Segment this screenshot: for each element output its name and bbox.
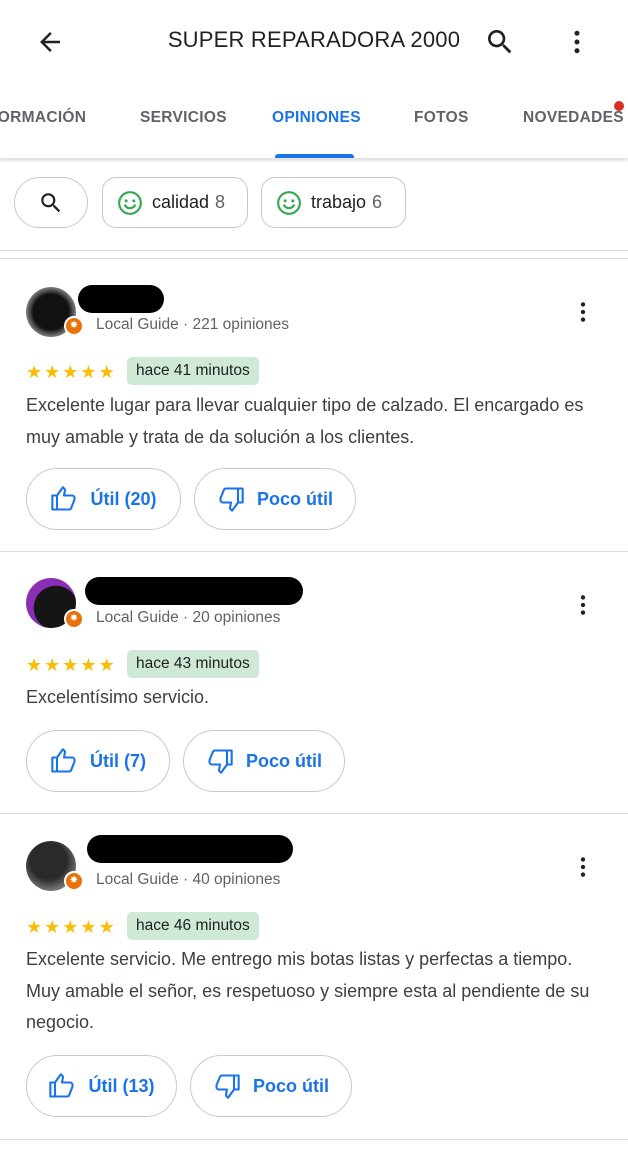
helpful-label: Útil (20) bbox=[90, 488, 157, 509]
filter-chip-label: trabajo bbox=[311, 192, 367, 212]
arrow-left-icon bbox=[40, 32, 60, 52]
local-guide-badge-icon: ✸ bbox=[64, 609, 84, 629]
not-helpful-button[interactable]: Poco útil bbox=[190, 1055, 352, 1117]
filter-chip-label: calidad bbox=[152, 192, 210, 212]
review-time: hace 43 minutos bbox=[127, 650, 259, 678]
smile-icon bbox=[118, 190, 142, 215]
more-vert-icon bbox=[574, 30, 580, 54]
more-vert-icon bbox=[580, 595, 586, 615]
star-icon: ★ bbox=[98, 655, 115, 675]
smile-icon bbox=[277, 190, 301, 215]
not-helpful-label: Poco útil bbox=[257, 488, 333, 509]
star-icon: ★ bbox=[62, 655, 79, 675]
reviewer-name-redacted[interactable] bbox=[85, 577, 303, 605]
divider bbox=[0, 551, 628, 552]
thumbs-up-icon bbox=[51, 486, 77, 511]
thumbs-down-icon bbox=[215, 1074, 240, 1099]
divider bbox=[0, 258, 628, 259]
review-time: hace 46 minutos bbox=[127, 912, 259, 940]
review-text: Excelentísimo servicio. bbox=[26, 687, 210, 707]
review-time: hace 41 minutos bbox=[127, 357, 259, 385]
notification-dot bbox=[614, 101, 624, 111]
divider bbox=[0, 1139, 628, 1140]
filter-chip-count: 6 bbox=[372, 192, 383, 212]
star-icon: ★ bbox=[44, 917, 61, 937]
helpful-label: Útil (13) bbox=[88, 1075, 155, 1096]
search-icon bbox=[41, 192, 61, 212]
search-button[interactable] bbox=[480, 22, 520, 62]
more-vert-icon bbox=[580, 302, 586, 322]
star-icon: ★ bbox=[98, 917, 115, 937]
review-more-button[interactable] bbox=[566, 588, 600, 622]
divider bbox=[0, 250, 628, 251]
filter-chip-count: 8 bbox=[215, 192, 226, 212]
reviewer-meta: Local Guide · 20 opiniones bbox=[96, 609, 281, 626]
tab-informacion[interactable]: FORMACIÓN bbox=[0, 109, 86, 127]
local-guide-badge-icon: ✸ bbox=[64, 871, 84, 891]
review-more-button[interactable] bbox=[566, 850, 600, 884]
review-filter-bar: calidad 8 trabajo 6 bbox=[0, 159, 628, 251]
star-icon: ★ bbox=[98, 362, 115, 382]
star-icon: ★ bbox=[26, 917, 43, 937]
helpful-button[interactable]: Útil (7) bbox=[26, 730, 170, 792]
helpful-label: Útil (7) bbox=[90, 750, 146, 771]
tab-novedades[interactable]: NOVEDADES bbox=[523, 109, 624, 127]
thumbs-down-icon bbox=[219, 487, 244, 512]
tab-servicios[interactable]: SERVICIOS bbox=[140, 109, 227, 127]
helpful-button[interactable]: Útil (20) bbox=[26, 468, 181, 530]
app-bar: SUPER REPARADORA 2000 bbox=[0, 0, 628, 82]
star-icon: ★ bbox=[44, 655, 61, 675]
tab-opiniones[interactable]: OPINIONES bbox=[272, 109, 361, 127]
review-more-button[interactable] bbox=[566, 295, 600, 329]
not-helpful-button[interactable]: Poco útil bbox=[194, 468, 356, 530]
thumbs-down-icon bbox=[208, 749, 233, 774]
thumbs-up-icon bbox=[49, 1073, 75, 1098]
star-icon: ★ bbox=[80, 362, 97, 382]
search-reviews-button[interactable] bbox=[14, 177, 88, 228]
more-options-button[interactable] bbox=[557, 22, 597, 62]
active-tab-indicator bbox=[275, 154, 354, 158]
star-icon: ★ bbox=[26, 362, 43, 382]
search-icon bbox=[488, 30, 512, 54]
filter-chip-calidad[interactable]: calidad 8 bbox=[102, 177, 248, 228]
thumbs-up-icon bbox=[51, 748, 76, 773]
back-button[interactable] bbox=[30, 22, 70, 62]
reviewer-name-redacted[interactable] bbox=[78, 285, 164, 313]
reviewer-meta: Local Guide · 221 opiniones bbox=[96, 316, 290, 333]
star-rating: ★ ★ ★ ★ ★ bbox=[26, 656, 115, 674]
star-icon: ★ bbox=[44, 362, 61, 382]
star-icon: ★ bbox=[26, 655, 43, 675]
reviewer-name-redacted[interactable] bbox=[87, 835, 293, 863]
reviewer-meta: Local Guide · 40 opiniones bbox=[96, 871, 281, 888]
review-text: Excelente lugar para llevar cualquier ti… bbox=[26, 395, 584, 447]
divider bbox=[0, 813, 628, 814]
not-helpful-button[interactable]: Poco útil bbox=[183, 730, 345, 792]
not-helpful-label: Poco útil bbox=[253, 1075, 329, 1096]
more-vert-icon bbox=[580, 857, 586, 877]
star-icon: ★ bbox=[62, 917, 79, 937]
filter-chip-trabajo[interactable]: trabajo 6 bbox=[261, 177, 406, 228]
local-guide-badge-icon: ✸ bbox=[64, 316, 84, 336]
not-helpful-label: Poco útil bbox=[246, 750, 322, 771]
star-rating: ★ ★ ★ ★ ★ bbox=[26, 918, 115, 936]
star-icon: ★ bbox=[62, 362, 79, 382]
star-icon: ★ bbox=[80, 917, 97, 937]
star-icon: ★ bbox=[80, 655, 97, 675]
helpful-button[interactable]: Útil (13) bbox=[26, 1055, 177, 1117]
tab-fotos[interactable]: FOTOS bbox=[414, 109, 469, 127]
page-title: SUPER REPARADORA 2000 bbox=[167, 27, 461, 52]
tab-bar: FORMACIÓN SERVICIOS OPINIONES FOTOS NOVE… bbox=[0, 82, 628, 159]
star-rating: ★ ★ ★ ★ ★ bbox=[26, 363, 115, 381]
review-text: Excelente servicio. Me entrego mis botas… bbox=[26, 949, 590, 1032]
